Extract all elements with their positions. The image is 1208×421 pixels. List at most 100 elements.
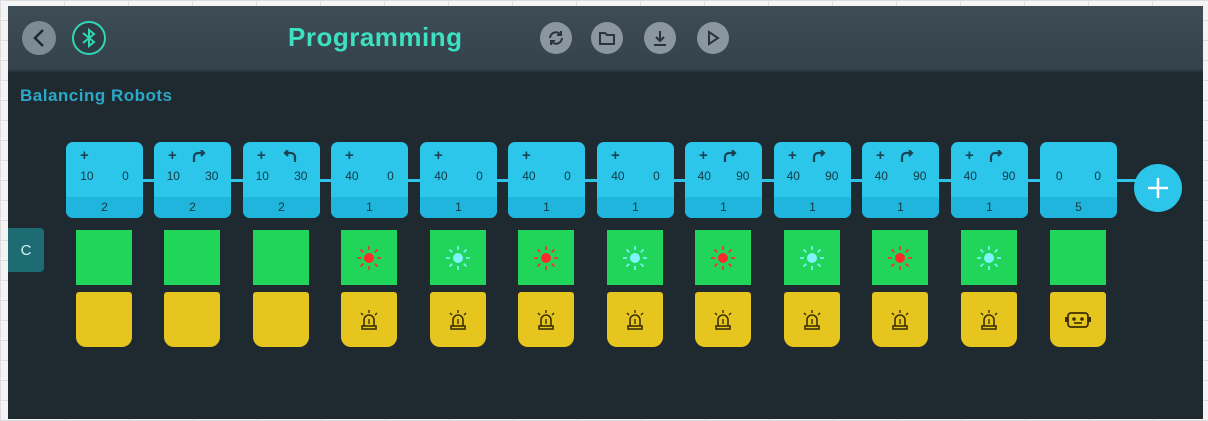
repeat-count: 1 bbox=[685, 197, 762, 218]
move-block[interactable]: 00 5 bbox=[1040, 142, 1117, 218]
block-values: 00 bbox=[1040, 169, 1117, 183]
speed-value: 10 bbox=[166, 169, 180, 183]
move-block[interactable]: +10 0 2 bbox=[66, 142, 143, 218]
move-block[interactable]: +40 0 1 bbox=[597, 142, 674, 218]
repeat-count: 1 bbox=[331, 197, 408, 218]
play-button[interactable] bbox=[697, 22, 729, 54]
led-slot[interactable] bbox=[253, 230, 309, 285]
siren-icon bbox=[360, 309, 378, 330]
add-block-button[interactable] bbox=[1134, 164, 1182, 212]
move-block[interactable]: +10 30 2 bbox=[154, 142, 231, 218]
bluetooth-icon bbox=[82, 27, 96, 49]
download-button[interactable] bbox=[644, 22, 676, 54]
speed-value: 40 bbox=[345, 169, 359, 183]
speed-value: 10 bbox=[80, 169, 94, 183]
led-slot[interactable] bbox=[76, 230, 132, 285]
top-bar: Programming bbox=[8, 6, 1203, 72]
sound-slot[interactable] bbox=[695, 292, 751, 347]
block-values: 40 90 bbox=[951, 169, 1028, 183]
repeat-count: 5 bbox=[1040, 197, 1117, 218]
led-slot[interactable] bbox=[607, 230, 663, 285]
block-values: 40 0 bbox=[508, 169, 585, 183]
sound-slot[interactable] bbox=[872, 292, 928, 347]
angle-value: 0 bbox=[564, 169, 571, 183]
block-values: 40 0 bbox=[597, 169, 674, 183]
move-block[interactable]: +40 0 1 bbox=[420, 142, 497, 218]
sound-slot[interactable] bbox=[430, 292, 486, 347]
speed-value: 40 bbox=[697, 169, 711, 183]
led-slot[interactable] bbox=[961, 230, 1017, 285]
led-cyan-icon bbox=[977, 245, 1001, 270]
move-block[interactable]: +40 0 1 bbox=[331, 142, 408, 218]
speed-value: 40 bbox=[786, 169, 800, 183]
repeat-count: 1 bbox=[774, 197, 851, 218]
siren-icon bbox=[980, 309, 998, 330]
led-slot[interactable] bbox=[872, 230, 928, 285]
speed-value: 40 bbox=[434, 169, 448, 183]
move-block[interactable]: +10 30 2 bbox=[243, 142, 320, 218]
angle-value: 90 bbox=[825, 169, 839, 183]
speed-value: 10 bbox=[255, 169, 269, 183]
sound-slot[interactable] bbox=[253, 292, 309, 347]
siren-icon bbox=[803, 309, 821, 330]
repeat-count: 1 bbox=[951, 197, 1028, 218]
refresh-button[interactable] bbox=[540, 22, 572, 54]
speed-value: 40 bbox=[611, 169, 625, 183]
download-icon bbox=[654, 31, 666, 46]
page-title: Programming bbox=[288, 22, 463, 52]
angle-value: 0 bbox=[476, 169, 483, 183]
sound-slot[interactable] bbox=[961, 292, 1017, 347]
speed-value: 40 bbox=[874, 169, 888, 183]
sound-slot[interactable] bbox=[164, 292, 220, 347]
direction-label: + bbox=[788, 147, 797, 164]
led-slot[interactable] bbox=[430, 230, 486, 285]
repeat-count: 2 bbox=[243, 197, 320, 218]
angle-value: 90 bbox=[736, 169, 750, 183]
direction-label: + bbox=[876, 147, 885, 164]
led-slot[interactable] bbox=[784, 230, 840, 285]
back-button[interactable] bbox=[22, 21, 56, 55]
led-slot[interactable] bbox=[518, 230, 574, 285]
chevron-left-icon bbox=[33, 29, 44, 47]
angle-value: 0 bbox=[122, 169, 129, 183]
block-values: 40 90 bbox=[774, 169, 851, 183]
led-red-icon bbox=[711, 245, 735, 270]
direction-label: + bbox=[965, 147, 974, 164]
bluetooth-button[interactable] bbox=[72, 21, 106, 55]
plus-icon bbox=[1148, 178, 1168, 198]
angle-value: 0 bbox=[1094, 169, 1102, 183]
move-block[interactable]: +40 0 1 bbox=[508, 142, 585, 218]
block-values: 10 30 bbox=[154, 169, 231, 183]
sound-slot[interactable] bbox=[607, 292, 663, 347]
open-folder-button[interactable] bbox=[591, 22, 623, 54]
program-tab[interactable]: C bbox=[8, 228, 44, 272]
angle-value: 90 bbox=[913, 169, 927, 183]
move-block[interactable]: +40 90 1 bbox=[774, 142, 851, 218]
turn-right-icon bbox=[812, 150, 826, 162]
sound-slot[interactable] bbox=[341, 292, 397, 347]
block-values: 10 0 bbox=[66, 169, 143, 183]
sound-slot[interactable] bbox=[1050, 292, 1106, 347]
sound-slot[interactable] bbox=[76, 292, 132, 347]
sound-slot[interactable] bbox=[784, 292, 840, 347]
led-red-icon bbox=[357, 245, 381, 270]
repeat-count: 1 bbox=[597, 197, 674, 218]
led-cyan-icon bbox=[800, 245, 824, 270]
move-block[interactable]: +40 90 1 bbox=[862, 142, 939, 218]
turn-right-icon bbox=[900, 150, 914, 162]
direction-label: + bbox=[434, 147, 443, 164]
repeat-count: 1 bbox=[508, 197, 585, 218]
speed-value: 40 bbox=[522, 169, 536, 183]
led-slot[interactable] bbox=[1050, 230, 1106, 285]
direction-label: + bbox=[80, 147, 89, 164]
led-slot[interactable] bbox=[341, 230, 397, 285]
move-block[interactable]: +40 90 1 bbox=[951, 142, 1028, 218]
angle-value: 0 bbox=[653, 169, 660, 183]
sound-slot[interactable] bbox=[518, 292, 574, 347]
repeat-count: 2 bbox=[66, 197, 143, 218]
move-block[interactable]: +40 90 1 bbox=[685, 142, 762, 218]
led-cyan-icon bbox=[446, 245, 470, 270]
led-slot[interactable] bbox=[695, 230, 751, 285]
siren-icon bbox=[714, 309, 732, 330]
led-slot[interactable] bbox=[164, 230, 220, 285]
